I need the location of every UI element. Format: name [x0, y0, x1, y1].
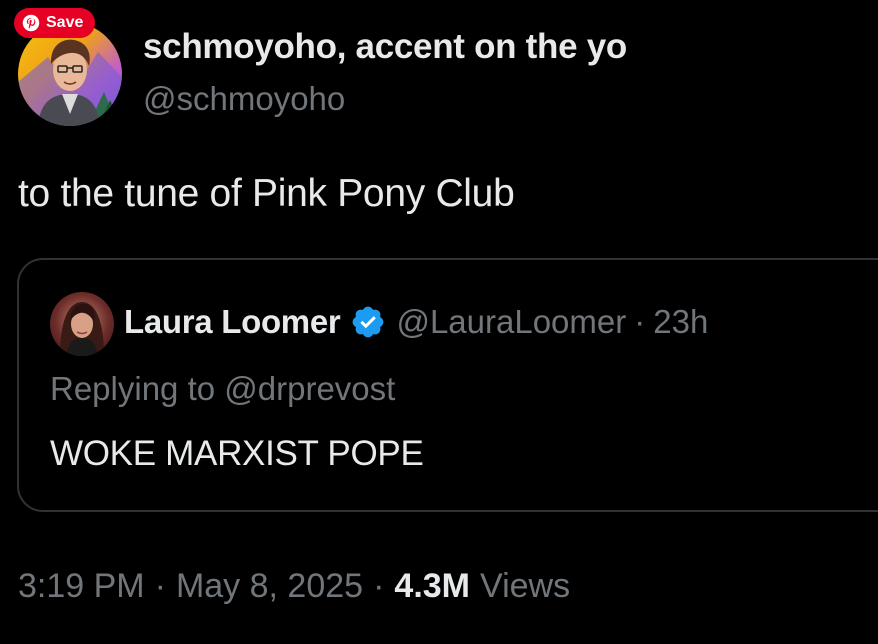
quoted-replying-to: Replying to @drprevost: [50, 370, 396, 407]
quoted-author-avatar[interactable]: [50, 292, 114, 356]
author-display-name[interactable]: schmoyoho, accent on the yo: [143, 27, 627, 67]
views-count[interactable]: 4.3M: [394, 567, 470, 606]
verified-badge-icon[interactable]: [350, 304, 386, 340]
views-label: Views: [480, 567, 571, 605]
quoted-author-handle[interactable]: @LauraLoomer: [396, 303, 626, 341]
pinterest-icon: [22, 14, 40, 32]
pinterest-save-label: Save: [46, 14, 84, 31]
quoted-tweet-text: WOKE MARXIST POPE: [50, 434, 424, 473]
quoted-tweet-header: Laura Loomer @LauraLoomer · 23h: [124, 303, 708, 341]
meta-separator: ·: [373, 567, 385, 605]
tweet-text: to the tune of Pink Pony Club: [18, 172, 515, 215]
author-handle[interactable]: @schmoyoho: [143, 80, 345, 118]
quoted-author-display-name[interactable]: Laura Loomer: [124, 303, 341, 341]
meta-separator: ·: [154, 567, 166, 605]
tweet-meta: 3:19 PM · May 8, 2025 · 4.3M Views: [18, 567, 570, 606]
tweet-timestamp-time[interactable]: 3:19 PM: [18, 567, 145, 606]
quoted-tweet-time[interactable]: 23h: [653, 303, 708, 341]
tweet-timestamp-date[interactable]: May 8, 2025: [176, 567, 363, 606]
quoted-header-separator: ·: [634, 303, 646, 340]
pinterest-save-button[interactable]: Save: [14, 8, 96, 38]
